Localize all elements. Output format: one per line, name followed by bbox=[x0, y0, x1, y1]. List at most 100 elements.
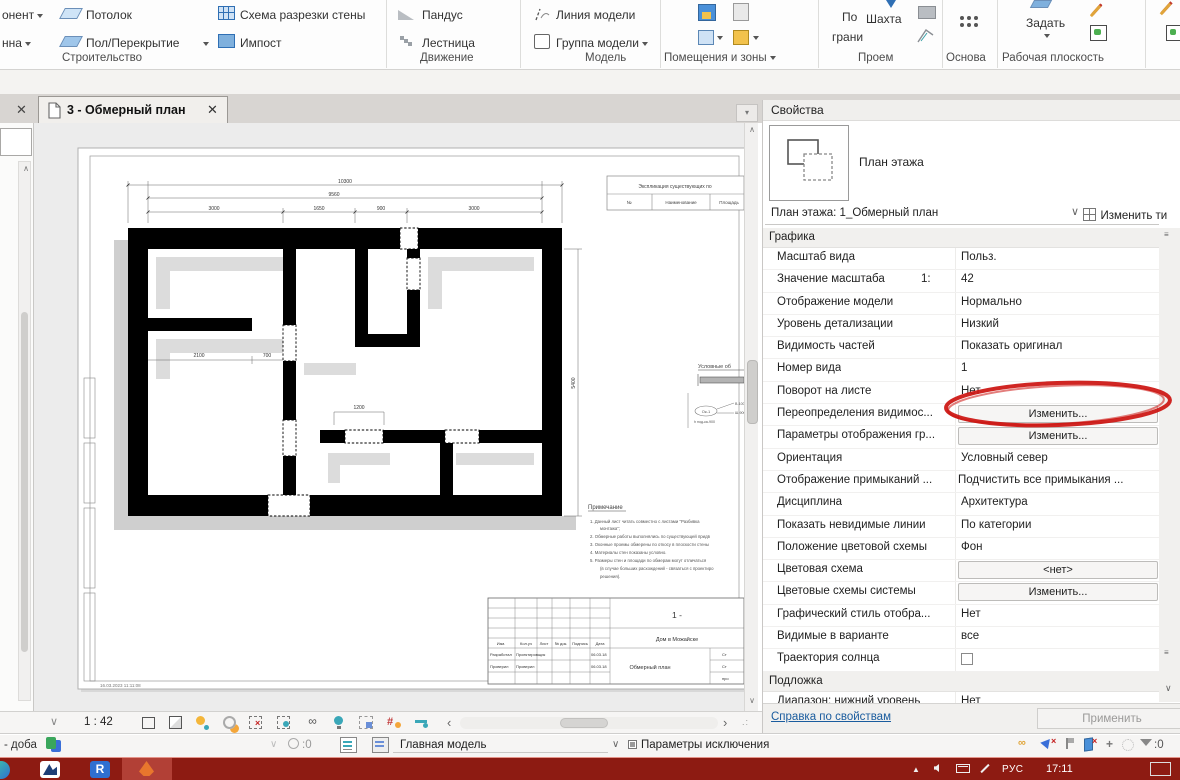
detail-level-icon[interactable] bbox=[142, 717, 155, 729]
scroll-up-icon[interactable]: ∧ bbox=[745, 123, 759, 137]
palette-close-icon[interactable]: ✕ bbox=[16, 102, 27, 118]
prop-value[interactable]: все bbox=[961, 630, 1151, 642]
shaft-opening-button[interactable]: Шахта bbox=[866, 12, 902, 26]
wall-opening-icon[interactable] bbox=[918, 6, 936, 19]
edit-type-button[interactable]: Изменить ти bbox=[1083, 206, 1180, 224]
design-options-icon[interactable] bbox=[372, 737, 389, 753]
prop-value[interactable]: Подчистить все примыкания ... bbox=[958, 474, 1158, 486]
taskbar-active-app[interactable] bbox=[122, 758, 172, 780]
show-desktop-button[interactable] bbox=[1150, 762, 1171, 776]
browser-collapse-icon[interactable]: ∨ bbox=[50, 715, 58, 728]
prop-value[interactable]: Показать оригинал bbox=[961, 340, 1151, 352]
shadows-icon[interactable] bbox=[223, 716, 236, 729]
prop-value[interactable]: Архитектура bbox=[961, 496, 1151, 508]
prop-value[interactable]: 1 bbox=[961, 362, 1151, 374]
chevron-down-icon[interactable]: ∨ bbox=[612, 739, 619, 750]
taskbar-app-icon-2[interactable] bbox=[40, 761, 60, 778]
opening-by-face-label2[interactable]: грани bbox=[832, 30, 863, 44]
view-scale-button[interactable]: 1 : 42 bbox=[84, 716, 113, 728]
tray-expand-icon[interactable]: ▲ bbox=[912, 765, 920, 774]
hscroll-left-icon[interactable]: ‹ bbox=[447, 715, 451, 730]
filter-icon[interactable] bbox=[1140, 739, 1152, 746]
ramp-button[interactable]: Пандус bbox=[422, 8, 463, 22]
analytical-model-icon[interactable]: # bbox=[387, 716, 393, 728]
section-expander-icon[interactable]: ≡ bbox=[1164, 648, 1169, 657]
type-preview[interactable] bbox=[769, 125, 849, 201]
mullion-button[interactable]: Импост bbox=[240, 36, 282, 50]
design-option-select[interactable]: Главная модель bbox=[400, 739, 486, 751]
room-tag-icon[interactable] bbox=[733, 3, 749, 21]
ribbon-cut-column-button[interactable]: нна bbox=[2, 36, 32, 50]
panel-splitter-handle[interactable]: ▾ bbox=[736, 104, 758, 122]
drag-elements-icon[interactable]: + bbox=[1106, 737, 1113, 751]
scroll-up-icon[interactable]: ∧ bbox=[19, 162, 33, 176]
pen-icon[interactable] bbox=[980, 763, 990, 774]
clock[interactable]: 17:11 bbox=[1046, 763, 1073, 775]
volume-icon[interactable] bbox=[934, 764, 939, 772]
prop-value[interactable]: Нормально bbox=[961, 296, 1151, 308]
worksets-dialog-icon[interactable] bbox=[340, 737, 357, 753]
reveal-hidden-icon[interactable] bbox=[334, 716, 343, 725]
curtain-grid-button[interactable]: Схема разрезки стены bbox=[240, 8, 365, 22]
language-indicator[interactable]: РУС bbox=[1002, 764, 1024, 775]
area-icon[interactable] bbox=[698, 30, 714, 45]
ribbon-cut-component-button[interactable]: онент bbox=[2, 8, 44, 22]
sun-path-icon[interactable] bbox=[196, 716, 205, 725]
keyboard-icon[interactable] bbox=[956, 764, 970, 773]
canvas-vscrollbar[interactable]: ∧ ∨ bbox=[744, 123, 758, 711]
prop-value[interactable]: Нет bbox=[961, 608, 1151, 620]
browser-search-input[interactable] bbox=[0, 128, 32, 156]
chevron-down-icon[interactable]: ∨ bbox=[1165, 683, 1172, 694]
color-scheme-button[interactable]: <нет> bbox=[958, 561, 1158, 580]
panel-label-rooms[interactable]: Помещения и зоны bbox=[664, 52, 776, 64]
tab-close-icon[interactable]: ✕ bbox=[207, 102, 218, 118]
canvas-scroll-thumb[interactable] bbox=[747, 360, 758, 424]
drawing-canvas[interactable]: 10300 9560 3000 1650 900 3000 2100 700 1… bbox=[34, 123, 758, 711]
temporary-hide-isolate-icon[interactable]: ∞ bbox=[304, 714, 321, 731]
browser-scroll-thumb[interactable] bbox=[21, 312, 28, 652]
section-header-underlay[interactable]: Подложка bbox=[763, 671, 1159, 692]
stair-button[interactable]: Лестница bbox=[422, 36, 475, 50]
system-color-schemes-button[interactable]: Изменить... bbox=[958, 583, 1158, 602]
prop-value[interactable]: Низкий bbox=[961, 318, 1151, 330]
ceiling-button[interactable]: Потолок bbox=[86, 8, 132, 22]
section-expander-icon[interactable]: ≡ bbox=[1164, 230, 1169, 239]
chevron-down-icon[interactable] bbox=[753, 36, 759, 40]
apply-button[interactable]: Применить bbox=[1037, 708, 1180, 729]
edit-workplane-pencil-icon[interactable] bbox=[1089, 4, 1102, 18]
chevron-down-icon[interactable]: ∨ bbox=[270, 739, 277, 750]
resize-grip-icon[interactable]: .: bbox=[742, 717, 749, 727]
chevron-down-icon[interactable] bbox=[717, 36, 723, 40]
hscroll-thumb[interactable] bbox=[560, 718, 608, 728]
prop-value[interactable]: 42 bbox=[961, 273, 1151, 285]
worksets-icon[interactable] bbox=[288, 738, 299, 749]
link-elements-icon[interactable]: ∞ bbox=[1018, 737, 1026, 749]
visual-style-icon[interactable] bbox=[169, 716, 182, 729]
view-tab[interactable]: 3 - Обмерный план ✕ bbox=[38, 96, 228, 123]
chevron-down-icon[interactable]: ∨ bbox=[1071, 205, 1079, 218]
taskbar-revit-icon[interactable]: R bbox=[90, 761, 110, 778]
taskbar-app-icon-1[interactable] bbox=[0, 761, 10, 779]
opening-by-face-button[interactable]: По bbox=[842, 10, 857, 24]
grid-datum-icon[interactable] bbox=[960, 16, 964, 20]
set-workplane-button[interactable]: Задать bbox=[1026, 16, 1065, 30]
prop-value[interactable]: Условный север bbox=[961, 452, 1151, 464]
scroll-down-icon[interactable]: ∨ bbox=[745, 694, 759, 708]
prop-value[interactable]: Польз. bbox=[961, 251, 1151, 263]
prop-value[interactable]: Фон bbox=[961, 541, 1151, 553]
sun-path-checkbox[interactable] bbox=[961, 653, 973, 666]
dormer-opening-icon[interactable] bbox=[916, 26, 936, 44]
chevron-down-icon[interactable] bbox=[203, 42, 209, 46]
cut-pencil-icon[interactable] bbox=[1159, 2, 1172, 16]
properties-help-link[interactable]: Справка по свойствам bbox=[771, 711, 891, 723]
section-header-graphics[interactable]: Графика bbox=[763, 228, 1159, 248]
model-line-button[interactable]: Линия модели bbox=[556, 8, 635, 22]
exclusion-checkbox[interactable] bbox=[628, 740, 637, 749]
area-boundary-icon[interactable] bbox=[733, 30, 749, 45]
browser-scrollbar[interactable]: ∧ bbox=[18, 161, 31, 701]
chevron-down-icon[interactable] bbox=[1044, 34, 1050, 38]
prop-value[interactable]: По категории bbox=[961, 519, 1151, 531]
model-group-button[interactable]: Группа модели bbox=[556, 36, 649, 50]
hscroll-right-icon[interactable]: › bbox=[723, 715, 727, 730]
hscrollbar-track[interactable] bbox=[460, 717, 718, 729]
